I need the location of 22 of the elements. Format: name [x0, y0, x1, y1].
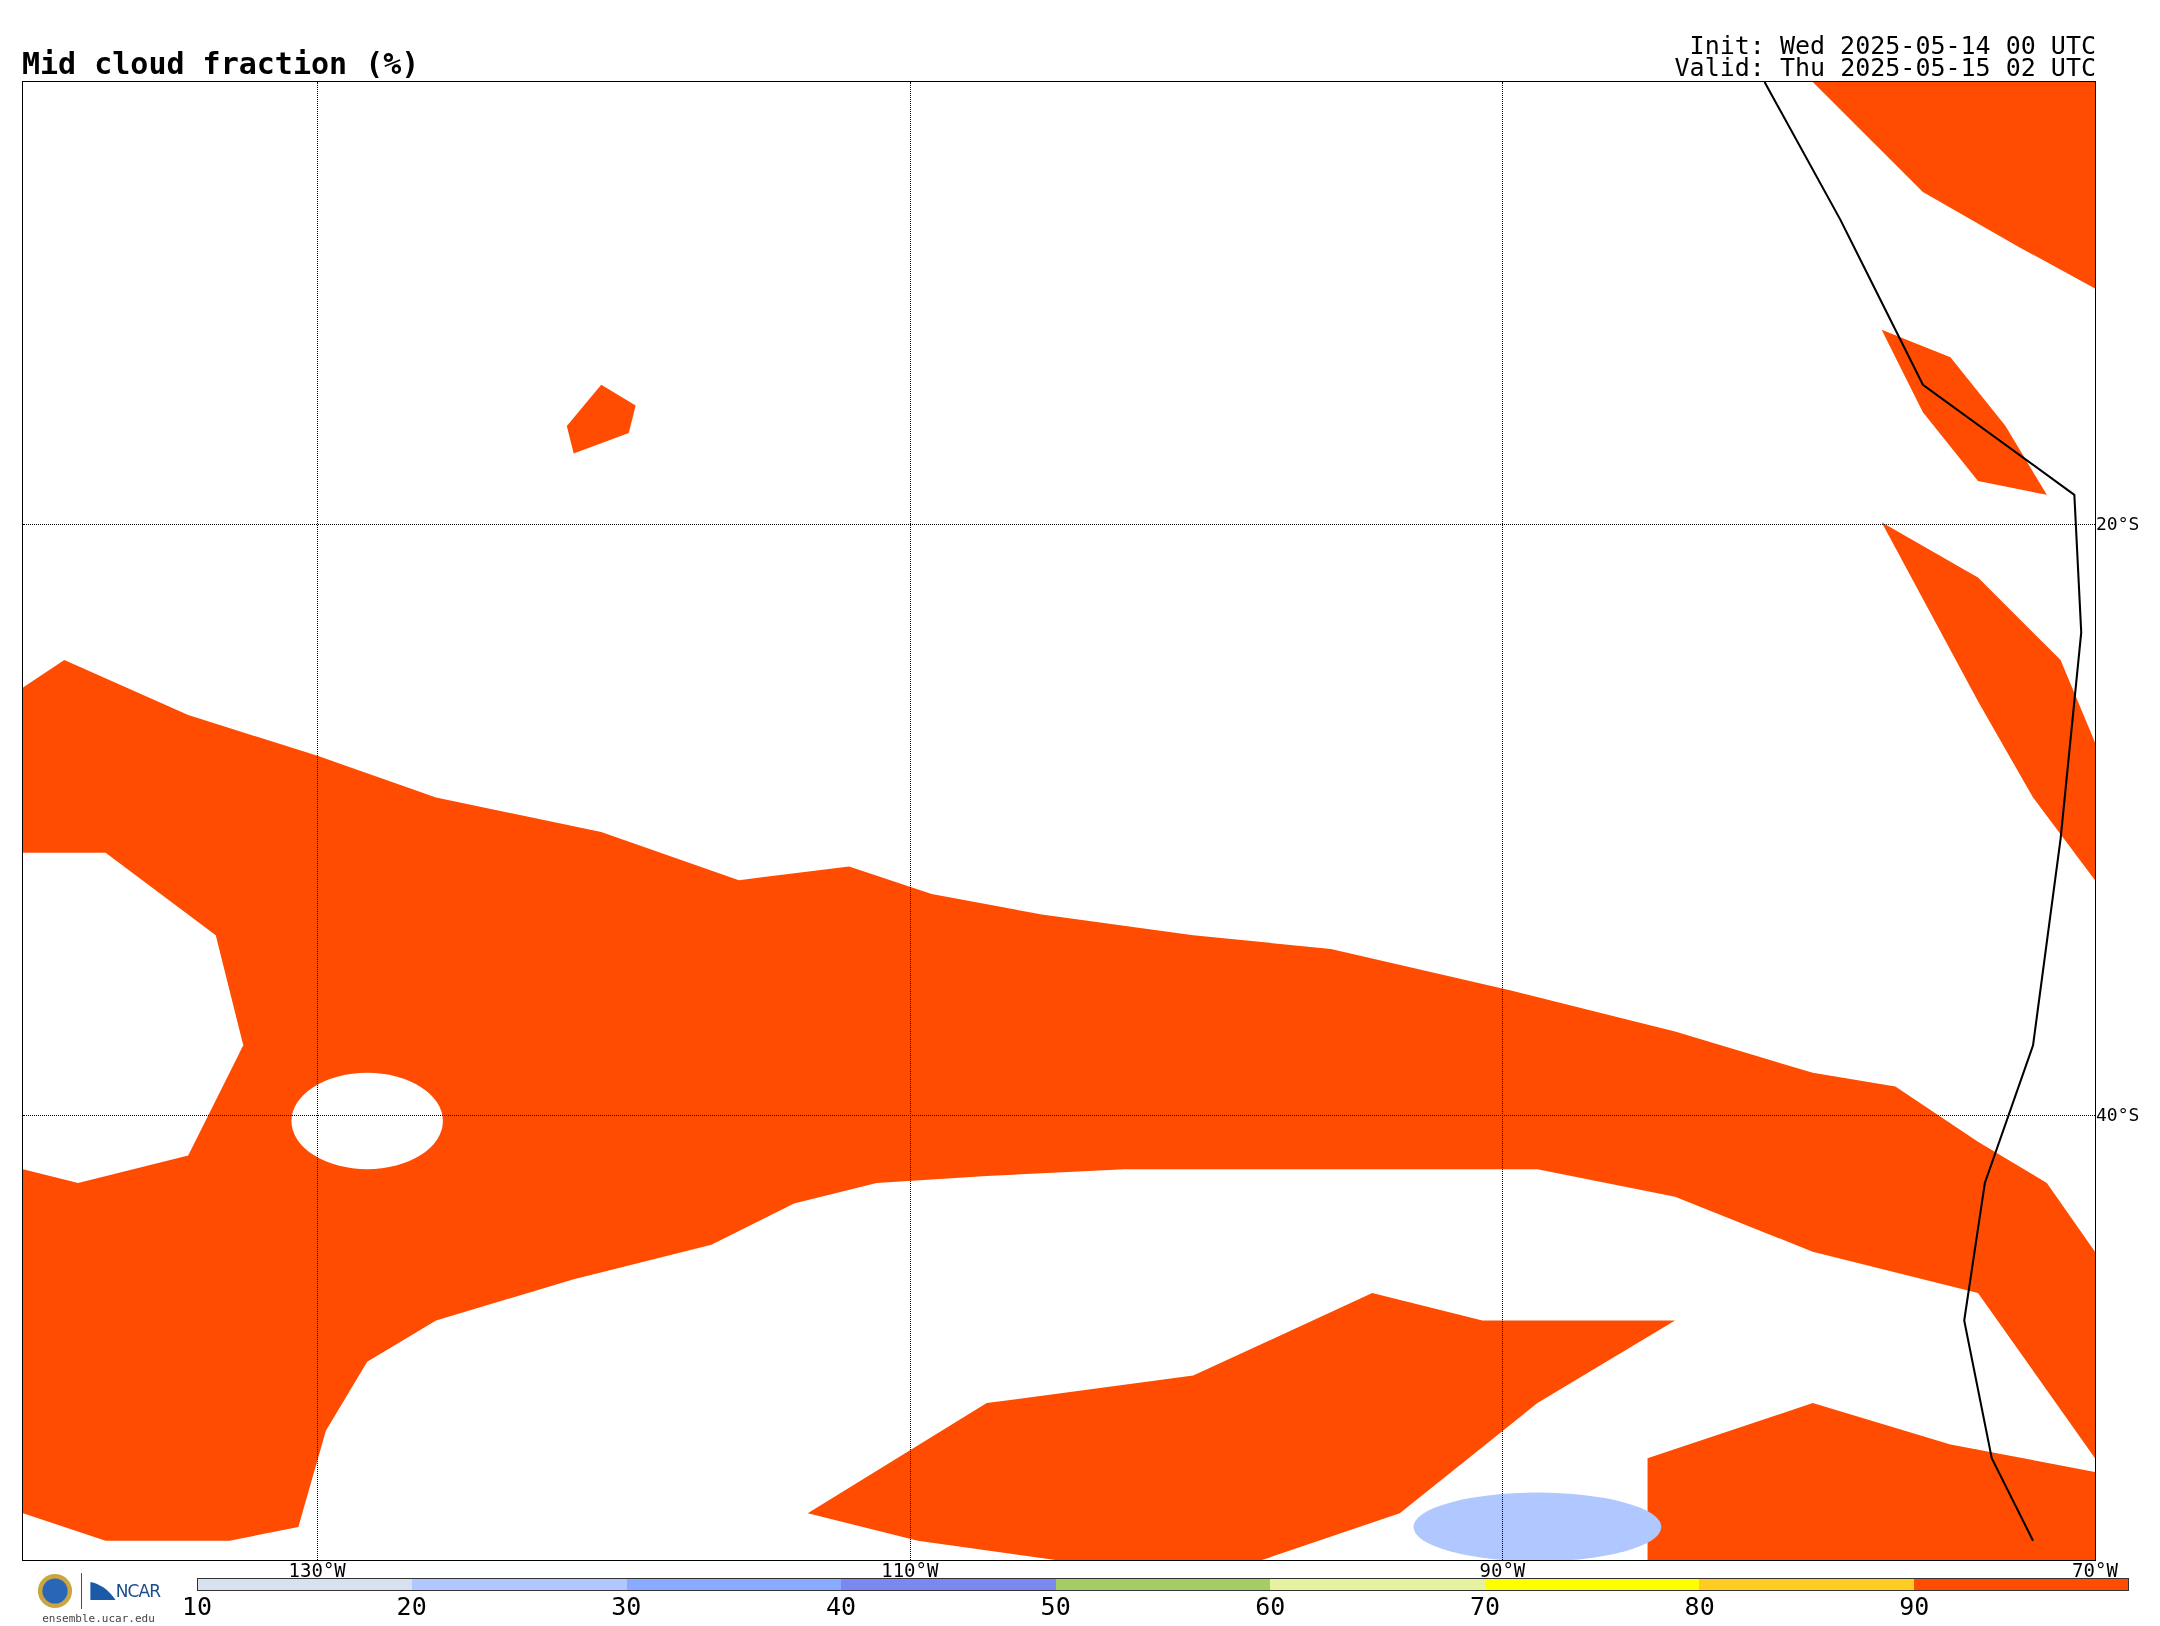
- logo-url: ensemble.ucar.edu: [42, 1613, 155, 1624]
- colorbar-tick-label: 90: [1899, 1594, 1930, 1619]
- longitude-label: 130°W: [288, 1560, 346, 1580]
- colorbar-tick-label: 10: [181, 1594, 213, 1619]
- colorbar-tick-label: 50: [1040, 1594, 1071, 1619]
- colorbar-tick-label: 20: [396, 1594, 427, 1619]
- colorbar-tick-label: 30: [611, 1594, 642, 1619]
- wave-logo-icon: [89, 1582, 116, 1600]
- emblem-icon: [36, 1573, 73, 1609]
- longitude-label: 70°W: [2072, 1560, 2118, 1580]
- colorbar-tick-label: 40: [825, 1594, 857, 1619]
- valid-time: Valid: Thu 2025-05-15 02 UTC: [1674, 57, 2096, 79]
- colorbar-tick-label: 80: [1684, 1594, 1715, 1619]
- latitude-label: 20°S: [2095, 514, 2140, 533]
- init-time: Init: Wed 2025-05-14 00 UTC: [1689, 35, 2096, 57]
- longitude-label: 90°W: [1479, 1560, 1526, 1580]
- latitude-label: 40°S: [2095, 1106, 2140, 1125]
- longitude-label: 110°W: [881, 1560, 939, 1580]
- logo-name: NCAR: [115, 1582, 161, 1600]
- chart-title: Mid cloud fraction (%): [22, 49, 420, 79]
- colorbar-tick-label: 70: [1469, 1594, 1501, 1619]
- colorbar-tick-label: 60: [1255, 1594, 1286, 1619]
